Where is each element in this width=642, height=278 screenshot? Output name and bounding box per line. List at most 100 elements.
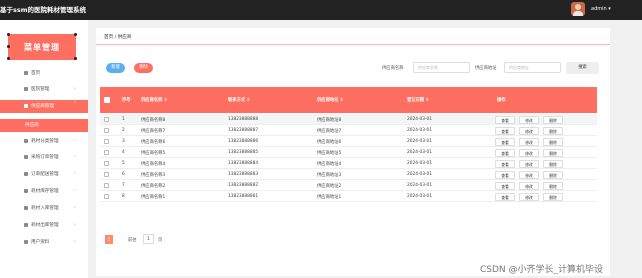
column-header[interactable]: 供应商地址 ⇕ bbox=[317, 97, 344, 103]
cell-addr: 供应商地址2 bbox=[317, 184, 342, 189]
sidebar-item-inventory[interactable]: 耗材库存管理 ⌵ bbox=[0, 185, 88, 198]
view-button[interactable]: 查看 bbox=[495, 137, 515, 146]
breadcrumb-divider bbox=[96, 44, 610, 45]
edit-button[interactable]: 修改 bbox=[519, 148, 539, 157]
delete-row-button[interactable]: 删除 bbox=[543, 192, 563, 201]
cell-no: 3 bbox=[122, 139, 125, 144]
sidebar-item-profile[interactable]: 用户资料 ⌵ bbox=[0, 236, 88, 249]
app-title: 基于ssm的医院耗材管理系统 bbox=[0, 6, 87, 14]
cell-phone: 13823888884 bbox=[228, 161, 259, 166]
logo-dot bbox=[74, 33, 77, 36]
sidebar-item-label: 耗材入库管理 bbox=[31, 206, 59, 211]
sidebar-subitem-supplier[interactable]: 供应商 bbox=[0, 119, 88, 132]
grid-icon bbox=[24, 104, 28, 108]
user-menu[interactable]: admin ▾ bbox=[591, 6, 611, 12]
table-row[interactable]: 8 供应商名称1 13823888881 供应商地址1 2024-03-01 查看 修改 删除 bbox=[100, 191, 597, 202]
row-checkbox[interactable] bbox=[104, 172, 109, 177]
delete-row-button[interactable]: 删除 bbox=[543, 159, 563, 168]
pagination-current-page[interactable]: 1 bbox=[105, 235, 113, 244]
row-checkbox[interactable] bbox=[104, 150, 109, 155]
sidebar-item-label: 采购订单管理 bbox=[31, 155, 59, 160]
row-checkbox[interactable] bbox=[104, 194, 109, 199]
column-header: 操作 bbox=[497, 98, 506, 103]
view-button[interactable]: 查看 bbox=[495, 126, 515, 135]
edit-button[interactable]: 修改 bbox=[519, 170, 539, 179]
cell-no: 1 bbox=[122, 117, 125, 122]
delete-button[interactable]: 删除 bbox=[134, 63, 153, 73]
watermark: CSDN @小齐学长_计算机毕设 bbox=[480, 265, 604, 275]
logo-text: 菜单管理 bbox=[24, 42, 60, 52]
chevron-down-icon: ⌵ bbox=[73, 138, 77, 143]
table-row[interactable]: 1 供应商名称8 13823888888 供应商地址8 2024-03-01 查看 修改 删除 bbox=[100, 114, 597, 125]
user-avatar-icon[interactable] bbox=[571, 2, 585, 16]
table-row[interactable]: 4 供应商名称5 13823888885 供应商地址5 2024-03-01 查看 修改 删除 bbox=[100, 147, 597, 158]
view-button[interactable]: 查看 bbox=[495, 181, 515, 190]
view-button[interactable]: 查看 bbox=[495, 159, 515, 168]
logo-dot bbox=[7, 45, 10, 48]
column-header[interactable]: 联系方式 ⇕ bbox=[228, 97, 250, 103]
table-row[interactable]: 6 供应商名称3 13823888883 供应商地址3 2024-03-01 查看 修改 删除 bbox=[100, 169, 597, 180]
delete-row-button[interactable]: 删除 bbox=[543, 181, 563, 190]
supplier-name-field[interactable] bbox=[413, 62, 470, 73]
logo-dot bbox=[74, 57, 77, 60]
main-panel: 首页 / 供应商 新增 删除 供应商名称 供应商地址 搜索 序号 供应商名称 ⇕… bbox=[96, 28, 610, 276]
sidebar-item-purchase-order[interactable]: 采购订单管理 ⌵ bbox=[0, 151, 88, 164]
edit-button[interactable]: 修改 bbox=[519, 115, 539, 124]
cell-name: 供应商名称7 bbox=[141, 129, 166, 134]
row-checkbox[interactable] bbox=[104, 183, 109, 188]
pagination-page-input[interactable]: 1 bbox=[143, 234, 154, 244]
delete-row-button[interactable]: 删除 bbox=[543, 137, 563, 146]
link-icon bbox=[24, 155, 28, 159]
edit-button[interactable]: 修改 bbox=[519, 137, 539, 146]
supplier-address-input[interactable] bbox=[505, 63, 560, 72]
delete-row-button[interactable]: 删除 bbox=[543, 148, 563, 157]
cell-name: 供应商名称4 bbox=[141, 162, 166, 167]
search-button[interactable]: 搜索 bbox=[566, 62, 599, 74]
supplier-address-field[interactable] bbox=[504, 62, 561, 73]
select-all-checkbox[interactable] bbox=[104, 97, 110, 103]
edit-button[interactable]: 修改 bbox=[519, 192, 539, 201]
sidebar-item-label: 首页 bbox=[31, 71, 41, 76]
row-checkbox[interactable] bbox=[104, 117, 109, 122]
edit-button[interactable]: 修改 bbox=[519, 126, 539, 135]
sidebar-item-label: 医院管理 bbox=[31, 87, 50, 92]
table-row[interactable]: 7 供应商名称2 13823888882 供应商地址2 2024-03-01 查看 修改 删除 bbox=[100, 180, 597, 191]
sidebar-item-label: 耗材库存管理 bbox=[31, 189, 59, 194]
flag-icon bbox=[24, 87, 28, 91]
sidebar-logo: 菜单管理 bbox=[7, 33, 77, 60]
add-button[interactable]: 新增 bbox=[106, 63, 125, 73]
sidebar-item-home[interactable]: 首页 bbox=[0, 67, 88, 80]
cell-name: 供应商名称1 bbox=[141, 195, 166, 200]
cell-phone: 13823888887 bbox=[228, 128, 259, 133]
view-button[interactable]: 查看 bbox=[495, 192, 515, 201]
sidebar-item-stock-in[interactable]: 耗材入库管理 ⌵ bbox=[0, 202, 88, 215]
view-button[interactable]: 查看 bbox=[495, 115, 515, 124]
edit-button[interactable]: 修改 bbox=[519, 181, 539, 190]
row-checkbox[interactable] bbox=[104, 128, 109, 133]
row-checkbox[interactable] bbox=[104, 161, 109, 166]
sidebar-item-label: 耗材出库管理 bbox=[31, 223, 59, 228]
supplier-name-input[interactable] bbox=[414, 63, 469, 72]
sidebar-item-delivery[interactable]: 订单配送管理 ⌵ bbox=[0, 168, 88, 181]
cell-name: 供应商名称5 bbox=[141, 151, 166, 156]
table-row[interactable]: 3 供应商名称6 13823888886 供应商地址6 2024-03-01 查看 修改 删除 bbox=[100, 136, 597, 147]
column-header[interactable]: 供应商名称 ⇕ bbox=[141, 97, 168, 103]
sidebar-item-label: 用户资料 bbox=[31, 240, 50, 245]
table-row[interactable]: 2 供应商名称7 13823888887 供应商地址7 2024-03-01 查看 修改 删除 bbox=[100, 125, 597, 136]
edit-button[interactable]: 修改 bbox=[519, 159, 539, 168]
row-checkbox[interactable] bbox=[104, 139, 109, 144]
sidebar-item-supplier-management[interactable]: 供应商管理 ⌃ bbox=[0, 100, 88, 113]
delete-row-button[interactable]: 删除 bbox=[543, 170, 563, 179]
sidebar-item-stock-out[interactable]: 耗材出库管理 ⌵ bbox=[0, 219, 88, 232]
delete-row-button[interactable]: 删除 bbox=[543, 126, 563, 135]
chevron-down-icon: ⌵ bbox=[73, 205, 77, 210]
cell-addr: 供应商地址5 bbox=[317, 151, 342, 156]
sidebar-item-category[interactable]: 耗材分类管理 ⌵ bbox=[0, 135, 88, 148]
view-button[interactable]: 查看 bbox=[495, 170, 515, 179]
table-row[interactable]: 5 供应商名称4 13823888884 供应商地址4 2024-03-01 查看 修改 删除 bbox=[100, 158, 597, 169]
sidebar-item-hospital[interactable]: 医院管理 ⌵ bbox=[0, 83, 88, 96]
delete-row-button[interactable]: 删除 bbox=[543, 115, 563, 124]
column-header[interactable]: 登记日期 ⇕ bbox=[407, 97, 429, 103]
view-button[interactable]: 查看 bbox=[495, 148, 515, 157]
cell-name: 供应商名称3 bbox=[141, 173, 166, 178]
